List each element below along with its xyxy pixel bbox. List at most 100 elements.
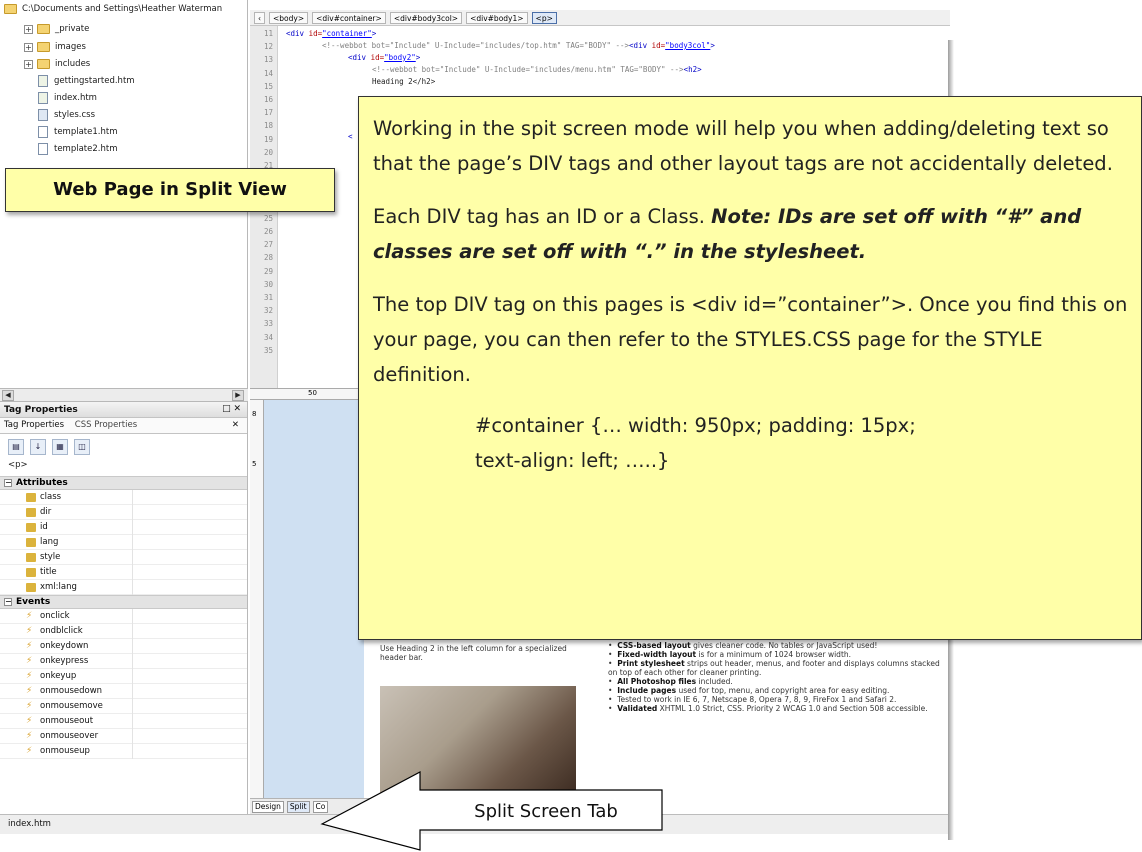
property-row[interactable]: style [0, 550, 247, 565]
scroll-right-icon[interactable]: ▶ [232, 390, 244, 401]
tree-item-gettingstarted[interactable]: gettingstarted.htm [38, 72, 135, 90]
property-row[interactable]: xml:lang [0, 580, 247, 595]
line-number: 19 [263, 134, 273, 144]
property-row[interactable]: title [0, 565, 247, 580]
expand-icon[interactable]: + [24, 24, 33, 34]
code-line-11[interactable]: <div id="container"> [286, 29, 376, 38]
breadcrumb-arrow-icon[interactable]: ‹ [254, 11, 265, 24]
property-row[interactable]: dir [0, 505, 247, 520]
list-item-text: included. [696, 677, 733, 686]
line-number: 15 [263, 81, 273, 91]
line-number: 35 [263, 345, 273, 355]
list-item-text: XHTML 1.0 Strict, CSS. Priority 2 WCAG 1… [657, 704, 928, 713]
sort-az-icon[interactable]: ↓ [30, 439, 46, 455]
file-icon [38, 143, 48, 155]
event-row[interactable]: ⚡ onclick [0, 609, 247, 624]
tree-item-includes[interactable]: + includes [24, 55, 90, 73]
scroll-left-icon[interactable]: ◀ [2, 390, 14, 401]
file-icon [38, 126, 48, 138]
property-name: id [40, 522, 48, 532]
tag-properties-tabs: Tag Properties CSS Properties ✕ [0, 418, 247, 434]
categorized-icon[interactable]: ▤ [8, 439, 24, 455]
tab-tag-properties[interactable]: Tag Properties [4, 420, 64, 430]
expand-icon[interactable]: + [24, 42, 33, 52]
list-item-text: Tested to work in IE 6, 7, Netscape 8, O… [617, 695, 897, 704]
code-token: id= [304, 29, 323, 38]
tree-item-label: index.htm [54, 93, 97, 103]
events-group[interactable]: − Events [0, 595, 247, 609]
tab-split[interactable]: Split [286, 800, 310, 813]
code-token: > [371, 29, 377, 38]
code-token: <!--webbot bot="Include" U-Include="incl… [372, 65, 684, 74]
tree-item-template2[interactable]: template2.htm [38, 140, 117, 158]
code-line-14[interactable]: <!--webbot bot="Include" U-Include="incl… [372, 65, 702, 74]
tag-icon[interactable]: ◫ [74, 439, 90, 455]
ruler-mark: 8 [252, 410, 257, 418]
event-row[interactable]: ⚡ ondblclick [0, 624, 247, 639]
collapse-icon[interactable]: − [4, 479, 12, 487]
breadcrumb-item[interactable]: <p> [531, 11, 557, 24]
event-name: onmousemove [40, 701, 103, 711]
css-example-line: text-align: left; …..} [475, 449, 670, 472]
folder-list-scrollbar[interactable]: ◀ ▶ [0, 388, 248, 402]
file-icon [38, 75, 48, 87]
event-name: ondblclick [40, 626, 83, 636]
property-icon [26, 567, 36, 577]
event-row[interactable]: ⚡ onkeydown [0, 639, 247, 654]
property-name: lang [40, 537, 59, 547]
event-row[interactable]: ⚡ onmousedown [0, 684, 247, 699]
lightning-icon: ⚡ [26, 655, 33, 666]
tree-item-private[interactable]: + _private [24, 20, 89, 38]
tree-item-template1[interactable]: template1.htm [38, 123, 117, 141]
tree-item-styles[interactable]: styles.css [38, 106, 95, 124]
code-line-12[interactable]: <!--webbot bot="Include" U-Include="incl… [322, 41, 715, 50]
file-icon [38, 92, 48, 104]
breadcrumb-item[interactable]: <div#body1> [466, 11, 528, 24]
tab-css-properties[interactable]: CSS Properties [75, 420, 137, 430]
folder-icon [37, 42, 50, 52]
property-row[interactable]: lang [0, 535, 247, 550]
list-item: • Tested to work in IE 6, 7, Netscape 8,… [608, 695, 897, 704]
show-set-properties-icon[interactable]: ▦ [52, 439, 68, 455]
code-token: id= [647, 41, 666, 50]
folder-icon [37, 24, 50, 34]
collapse-icon[interactable]: − [4, 598, 12, 606]
tab-design[interactable]: Design [252, 800, 284, 813]
property-row[interactable]: class [0, 490, 247, 505]
breadcrumb-item[interactable]: <body> [269, 11, 309, 24]
event-row[interactable]: ⚡ onmousemove [0, 699, 247, 714]
event-row[interactable]: ⚡ onkeyup [0, 669, 247, 684]
lightning-icon: ⚡ [26, 685, 33, 696]
property-name: dir [40, 507, 52, 517]
root-path: C:\Documents and Settings\Heather Waterm… [22, 4, 223, 14]
line-number: 26 [263, 227, 273, 236]
lightning-icon: ⚡ [26, 670, 33, 681]
close-icon[interactable]: ✕ [232, 420, 239, 430]
event-row[interactable]: ⚡ onkeypress [0, 654, 247, 669]
code-line-15[interactable]: Heading 2</h2> [372, 77, 435, 86]
lightning-icon: ⚡ [26, 715, 33, 726]
property-name: class [40, 492, 62, 502]
code-line-13[interactable]: <div id="body2"> [348, 53, 420, 62]
expand-icon[interactable]: + [24, 59, 33, 69]
attributes-group[interactable]: − Attributes [0, 476, 247, 490]
tree-item-label: template1.htm [54, 127, 118, 137]
property-name: xml:lang [40, 582, 77, 592]
tree-item-images[interactable]: + images [24, 38, 86, 56]
breadcrumb-item[interactable]: <div#body3col> [389, 11, 463, 24]
line-number: 31 [263, 293, 273, 302]
left-column-text: Use Heading 2 in the left column for a s… [380, 644, 567, 662]
tree-root[interactable]: C:\Documents and Settings\Heather Waterm… [4, 0, 222, 18]
line-number: 29 [263, 266, 273, 276]
event-row[interactable]: ⚡ onmouseout [0, 714, 247, 729]
tree-item-index[interactable]: index.htm [38, 89, 97, 107]
line-number: 13 [263, 55, 273, 65]
property-name: style [40, 552, 61, 562]
list-item-bold: Validated [617, 704, 658, 713]
lightning-icon: ⚡ [26, 730, 33, 741]
property-row[interactable]: id [0, 520, 247, 535]
event-row[interactable]: ⚡ onmouseover [0, 729, 247, 744]
panel-controls[interactable]: □ ✕ [222, 404, 241, 414]
breadcrumb-item[interactable]: <div#container> [312, 11, 386, 24]
event-row[interactable]: ⚡ onmouseup [0, 744, 247, 759]
